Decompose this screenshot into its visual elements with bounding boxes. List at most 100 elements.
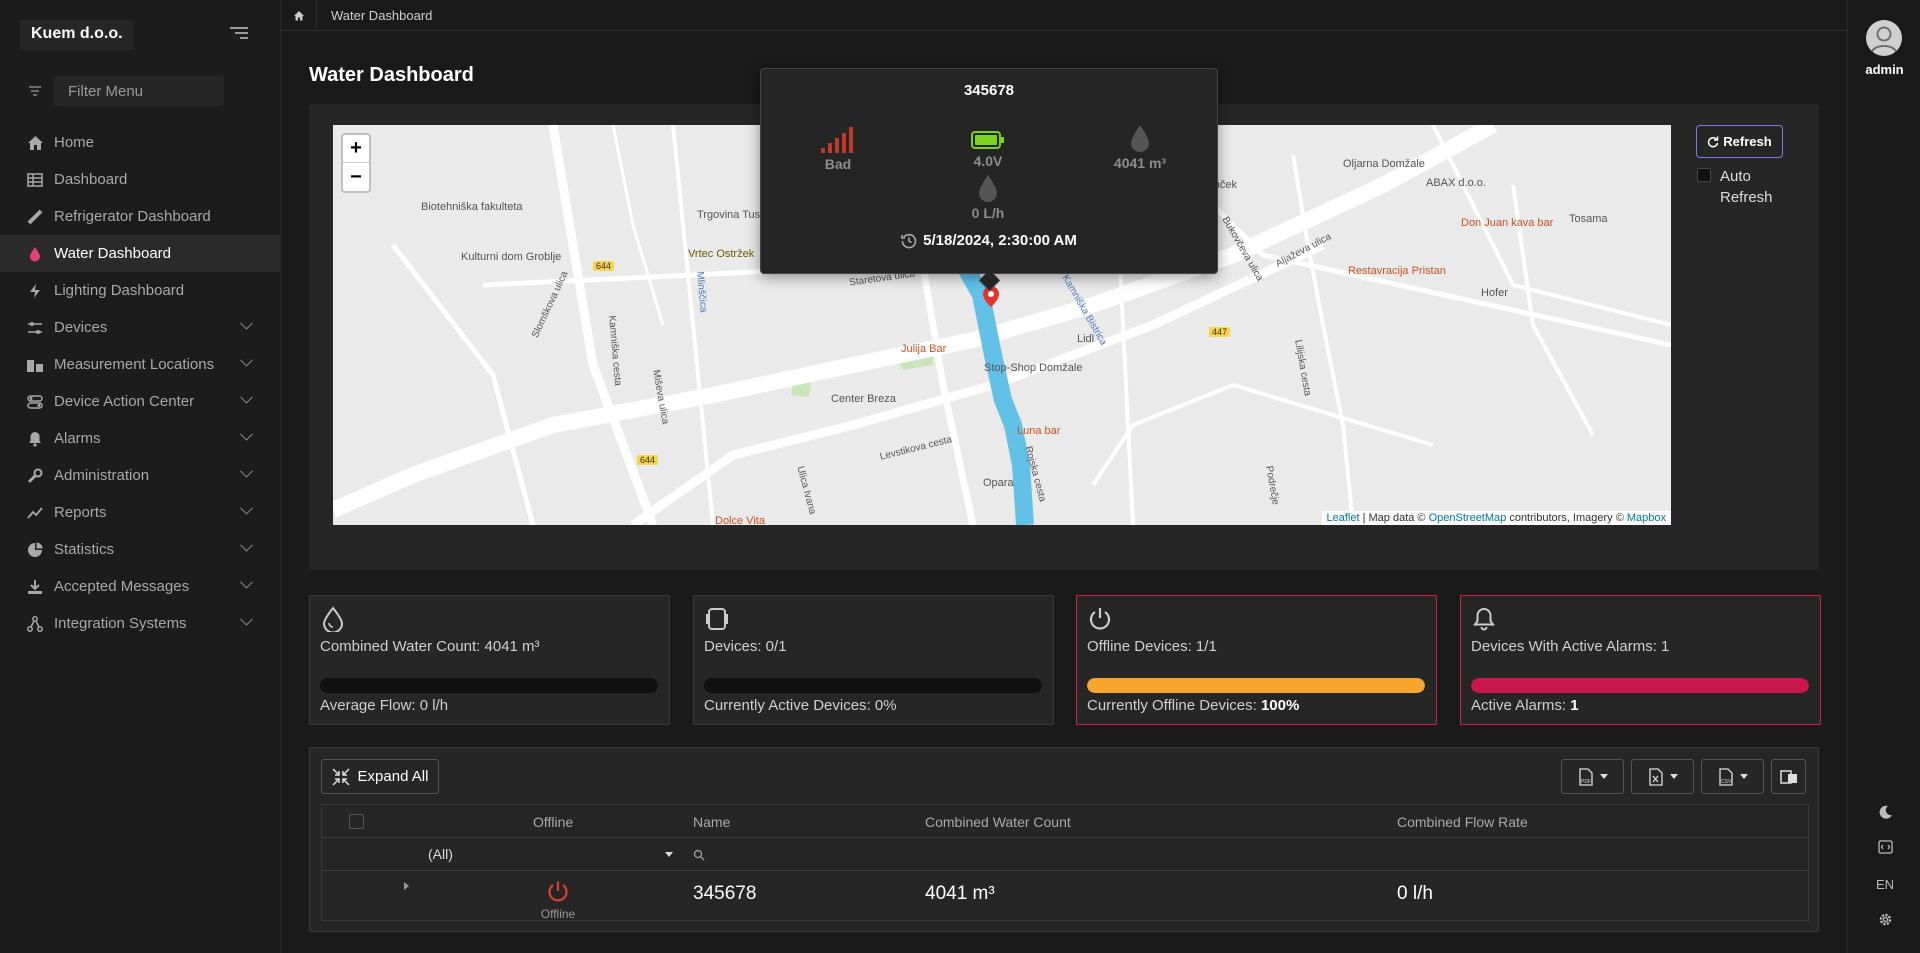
card-title: Devices: 0/1 bbox=[704, 638, 787, 655]
expand-all-label: Expand All bbox=[357, 768, 429, 785]
sidebar-item-home[interactable]: Home bbox=[0, 124, 281, 161]
progress-bar bbox=[1087, 678, 1425, 693]
zoom-in-button[interactable]: + bbox=[343, 135, 369, 163]
battery-status: 4.0V bbox=[938, 129, 1038, 169]
sidebar-item-administration[interactable]: Administration bbox=[0, 457, 281, 494]
bell-icon bbox=[1473, 607, 1495, 631]
sidebar-item-label: Water Dashboard bbox=[54, 245, 171, 262]
map-label: Oljarna Domžale bbox=[1343, 158, 1425, 170]
attribution-text: contributors, Imagery © bbox=[1506, 512, 1627, 524]
battery-icon bbox=[971, 131, 1004, 149]
devices-grid: Offline Name Combined Water Count Combin… bbox=[321, 804, 1809, 921]
offline-devices-card: Offline Devices: 1/1 Currently Offline D… bbox=[1076, 595, 1437, 725]
column-header-name[interactable]: Name bbox=[693, 814, 730, 830]
card-subtitle: Active Alarms: 1 bbox=[1471, 697, 1579, 714]
water-drop-icon bbox=[322, 606, 344, 632]
code-icon[interactable] bbox=[1876, 838, 1894, 856]
map-label: ABAX d.o.o. bbox=[1426, 177, 1486, 189]
export-csv-button[interactable]: CSV bbox=[1701, 759, 1764, 794]
sidebar: Kuem d.o.o. Home Dashboard Refrigerator … bbox=[0, 0, 281, 953]
sidebar-item-label: Statistics bbox=[54, 541, 115, 558]
export-pdf-label: PDF bbox=[1581, 779, 1591, 785]
battery-label: 4.0V bbox=[973, 153, 1003, 169]
select-all-checkbox[interactable] bbox=[349, 814, 364, 829]
sidebar-item-label: Accepted Messages bbox=[54, 578, 190, 595]
home-button[interactable] bbox=[281, 0, 317, 31]
refresh-icon bbox=[1708, 136, 1719, 147]
sidebar-item-alarms[interactable]: Alarms bbox=[0, 420, 281, 457]
refresh-label: Refresh bbox=[1723, 134, 1772, 149]
expand-all-button[interactable]: Expand All bbox=[321, 759, 439, 794]
osm-link[interactable]: OpenStreetMap bbox=[1429, 512, 1507, 524]
map-zoom-control: + − bbox=[341, 133, 371, 193]
brand-logo[interactable]: Kuem d.o.o. bbox=[20, 20, 134, 50]
gear-icon[interactable] bbox=[1876, 910, 1894, 928]
sidebar-item-label: Reports bbox=[54, 504, 107, 521]
expand-row-icon[interactable] bbox=[404, 882, 409, 890]
offline-filter-value: (All) bbox=[428, 846, 453, 862]
breadcrumb: Water Dashboard bbox=[331, 7, 433, 23]
map-label: Tosama bbox=[1569, 213, 1608, 225]
sidebar-item-lighting-dashboard[interactable]: Lighting Dashboard bbox=[0, 272, 281, 309]
sidebar-item-refrigerator-dashboard[interactable]: Refrigerator Dashboard bbox=[0, 198, 281, 235]
auto-refresh-checkbox[interactable] bbox=[1697, 168, 1711, 182]
road-shield: 644 bbox=[593, 261, 615, 271]
sidebar-item-reports[interactable]: Reports bbox=[0, 494, 281, 531]
sidebar-item-label: Alarms bbox=[54, 430, 101, 447]
refresh-button[interactable]: Refresh bbox=[1696, 125, 1783, 158]
pie-icon bbox=[26, 541, 44, 559]
flow-label: 0 L/h bbox=[971, 205, 1005, 221]
signal-bars-icon bbox=[821, 127, 853, 153]
dark-mode-icon[interactable] bbox=[1876, 803, 1894, 821]
csv-file-icon: CSV bbox=[1718, 767, 1733, 786]
grid-header: Offline Name Combined Water Count Combin… bbox=[322, 805, 1808, 838]
sidebar-item-accepted-messages[interactable]: Accepted Messages bbox=[0, 568, 281, 605]
menu-toggle-icon[interactable] bbox=[230, 27, 248, 41]
sidebar-item-water-dashboard[interactable]: Water Dashboard bbox=[0, 235, 281, 272]
export-pdf-button[interactable]: PDF bbox=[1561, 759, 1624, 794]
sidebar-item-label: Devices bbox=[54, 319, 108, 336]
power-icon bbox=[1089, 608, 1111, 630]
avatar[interactable] bbox=[1866, 20, 1902, 56]
map-label: Dolce Vita bbox=[715, 515, 765, 525]
export-xls-button[interactable] bbox=[1631, 759, 1694, 794]
column-header-water-count[interactable]: Combined Water Count bbox=[925, 814, 1071, 830]
map-label: Luna bar bbox=[1017, 425, 1061, 437]
water-drop-icon bbox=[1131, 125, 1149, 152]
sidebar-item-statistics[interactable]: Statistics bbox=[0, 531, 281, 568]
table-row[interactable]: Offline 345678 4041 m³ 0 l/h bbox=[322, 871, 1808, 921]
search-icon[interactable] bbox=[693, 849, 705, 861]
sidebar-item-devices[interactable]: Devices bbox=[0, 309, 281, 346]
sidebar-item-label: Lighting Dashboard bbox=[54, 282, 185, 299]
caret-down-icon bbox=[1599, 774, 1608, 779]
language-switch[interactable]: EN bbox=[1876, 875, 1894, 893]
sidebar-item-label: Measurement Locations bbox=[54, 356, 215, 373]
flow-status: 0 L/h bbox=[938, 173, 1038, 221]
caret-down-icon bbox=[1669, 774, 1678, 779]
zoom-out-button[interactable]: − bbox=[343, 163, 369, 191]
sidebar-item-dashboard[interactable]: Dashboard bbox=[0, 161, 281, 198]
bolt-icon bbox=[26, 282, 44, 300]
right-rail: admin EN bbox=[1847, 0, 1920, 953]
home-icon bbox=[293, 10, 304, 20]
column-chooser-button[interactable] bbox=[1771, 759, 1806, 794]
column-header-flow-rate[interactable]: Combined Flow Rate bbox=[1397, 814, 1528, 830]
card-subtitle: Currently Offline Devices: 100% bbox=[1087, 697, 1299, 714]
column-header-offline[interactable]: Offline bbox=[533, 814, 573, 830]
switches-icon bbox=[26, 393, 44, 411]
progress-bar bbox=[704, 678, 1042, 693]
leaflet-link[interactable]: Leaflet bbox=[1327, 512, 1360, 524]
chevron-down-icon bbox=[240, 390, 253, 404]
mapbox-link[interactable]: Mapbox bbox=[1627, 512, 1666, 524]
sidebar-item-device-action-center[interactable]: Device Action Center bbox=[0, 383, 281, 420]
water-count-status: 4041 m³ bbox=[1090, 123, 1190, 171]
sidebar-item-measurement-locations[interactable]: Measurement Locations bbox=[0, 346, 281, 383]
offline-filter-select[interactable]: (All) bbox=[428, 846, 673, 864]
filter-menu-input[interactable] bbox=[54, 76, 224, 106]
sidebar-item-label: Device Action Center bbox=[54, 393, 195, 410]
history-icon bbox=[901, 233, 917, 248]
wrench-icon bbox=[26, 467, 44, 485]
progress-bar bbox=[320, 678, 658, 693]
sidebar-item-integration-systems[interactable]: Integration Systems bbox=[0, 605, 281, 642]
road-shield: 644 bbox=[637, 455, 659, 465]
